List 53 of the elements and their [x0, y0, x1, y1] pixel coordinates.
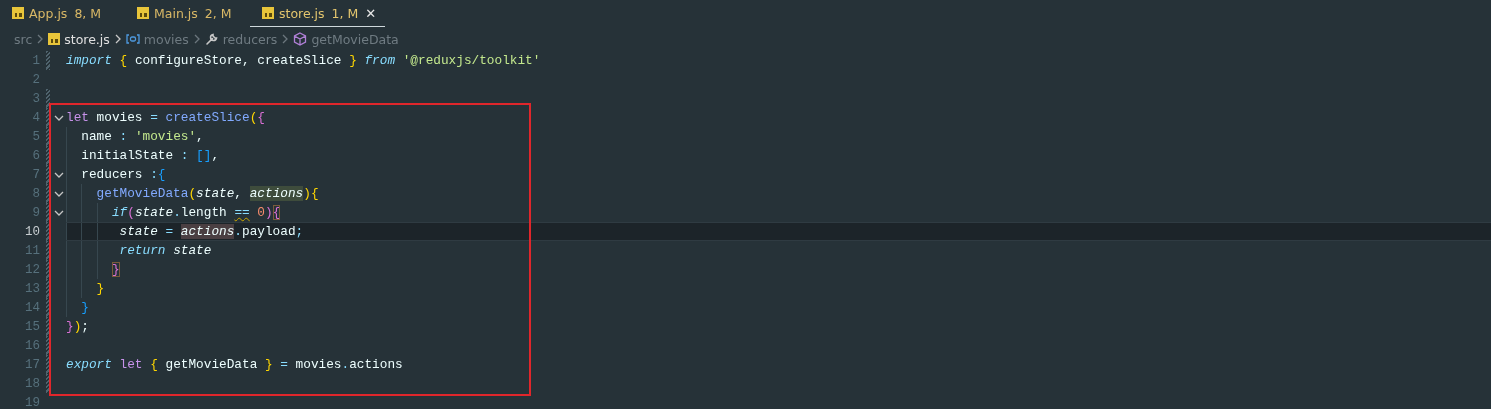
editor-tab[interactable]: Main.js 2, M — [125, 0, 250, 27]
line-number: 11 — [24, 243, 40, 258]
code-line: return state — [118, 243, 212, 258]
line-number: 19 — [24, 395, 40, 409]
line-number: 7 — [31, 167, 40, 182]
code-line: } — [110, 262, 120, 277]
close-icon[interactable]: ✕ — [365, 5, 377, 21]
js-file-icon — [137, 7, 149, 19]
js-file-icon — [12, 7, 24, 19]
line-number: 2 — [31, 72, 40, 87]
line-number: 4 — [31, 110, 40, 125]
line-number: 15 — [24, 319, 40, 334]
code-line: state = actions.payload; — [118, 224, 304, 239]
line-number: 14 — [24, 300, 40, 315]
line-number: 3 — [31, 91, 40, 106]
line-number: 18 — [24, 376, 40, 391]
line-number: 13 — [24, 281, 40, 296]
line-number: 12 — [24, 262, 40, 277]
cube-icon — [293, 32, 308, 46]
code-line: getMovieData(state, actions){ — [95, 186, 319, 201]
line-number: 17 — [24, 357, 40, 372]
fold-icon[interactable] — [54, 114, 64, 121]
chevron-icon — [282, 34, 289, 44]
line-number: 5 — [31, 129, 40, 144]
fold-icon[interactable] — [54, 209, 64, 216]
chevron-icon — [193, 34, 200, 44]
chevron-icon — [114, 34, 121, 44]
code-line: }); — [66, 319, 89, 334]
fold-icon[interactable] — [54, 190, 64, 197]
editor-tab[interactable]: App.js 8, M — [0, 0, 125, 27]
fold-icon[interactable] — [54, 171, 64, 178]
code-line: export let { getMovieData } = movies.actions — [66, 357, 403, 372]
code-line: if(state.length == 0){ — [110, 205, 281, 220]
editor-tab[interactable]: store.js 1, M ✕ — [250, 0, 385, 27]
code-line: let movies = createSlice({ — [66, 110, 265, 125]
line-number: 8 — [31, 186, 40, 201]
js-file-icon — [262, 7, 274, 19]
line-number: 16 — [24, 338, 40, 353]
code-line: } — [95, 281, 105, 296]
code-line: initialState : [], — [80, 148, 220, 163]
code-line: import { configureStore, createSlice } from '@reduxjs/toolkit' — [66, 53, 541, 68]
line-number: 10 — [24, 224, 40, 239]
code-line: reducers :{ — [80, 167, 166, 182]
variable-icon — [125, 34, 140, 44]
line-number: 6 — [31, 148, 40, 163]
wrench-icon — [204, 32, 219, 46]
line-number: 9 — [31, 205, 40, 220]
chevron-icon — [37, 34, 44, 44]
breadcrumb-item[interactable]: store.js — [48, 31, 110, 47]
line-number: 1 — [31, 53, 40, 68]
js-file-icon — [48, 33, 61, 45]
code-line: name : 'movies', — [80, 129, 204, 144]
code-line: } — [80, 300, 89, 315]
